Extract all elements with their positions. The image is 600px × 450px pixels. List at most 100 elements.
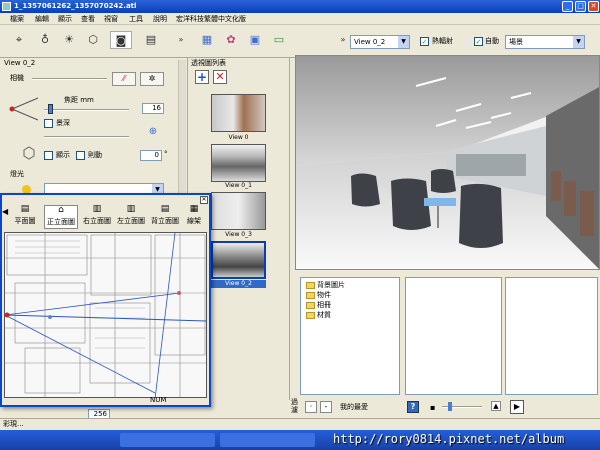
image-small-icon: ▪ bbox=[430, 403, 436, 412]
taskbar-item[interactable] bbox=[120, 433, 215, 447]
camera-icon[interactable]: ◙ bbox=[110, 31, 132, 49]
focal-length-input[interactable]: 16 bbox=[142, 103, 164, 114]
link-checkbox[interactable] bbox=[76, 151, 85, 160]
library-content-pane[interactable] bbox=[405, 277, 502, 395]
menu-edit[interactable]: 編輯 bbox=[35, 14, 49, 24]
tab-back-elevation[interactable]: ▤ 背立面圖 bbox=[148, 205, 182, 229]
rendered-scene-image bbox=[296, 56, 599, 269]
menu-bar: 檔案 編輯 顯示 查看 視窗 工具 說明 宏洋科技繁體中文化版 bbox=[0, 13, 600, 25]
show-label: 顯示 bbox=[56, 151, 70, 159]
tab-left-elevation[interactable]: ▥ 左立面圖 bbox=[114, 205, 148, 229]
scene-select[interactable]: 場景 ▼ bbox=[505, 35, 585, 49]
play-button[interactable]: ▶ bbox=[510, 400, 524, 414]
close-icon[interactable]: ✕ bbox=[200, 196, 208, 204]
image-large-icon: ▲ bbox=[491, 401, 501, 411]
app-icon bbox=[2, 2, 11, 11]
status-text: 彩現... bbox=[3, 420, 24, 428]
compass-icon[interactable]: ⌖ bbox=[10, 31, 28, 49]
show-checkbox[interactable] bbox=[44, 151, 53, 160]
link-label: 則動 bbox=[88, 151, 102, 159]
window-title: 1_1357061262_1357070242.atl bbox=[14, 2, 137, 10]
render-icon[interactable]: ▦ bbox=[198, 31, 216, 49]
render-viewport[interactable] bbox=[295, 55, 600, 270]
taskbar-item[interactable] bbox=[220, 433, 315, 447]
menu-localization[interactable]: 宏洋科技繁體中文化版 bbox=[176, 14, 246, 24]
heat-radiation-checkbox[interactable]: ✓ bbox=[420, 37, 429, 46]
view-thumbnail-label: View 0 bbox=[228, 134, 249, 141]
tree-item-materials[interactable]: 材質 bbox=[306, 311, 331, 320]
view-select-value: View 0_2 bbox=[354, 38, 386, 46]
tree-item-albums[interactable]: 相冊 bbox=[306, 301, 331, 310]
auto-checkbox[interactable]: ✓ bbox=[474, 37, 483, 46]
focal-length-label: 焦距 mm bbox=[64, 96, 94, 104]
tab-wireframe[interactable]: ▦ 線架 bbox=[182, 205, 206, 229]
camera-line-button[interactable]: ⁄⁄ bbox=[112, 72, 136, 86]
view-thumbnail[interactable] bbox=[211, 94, 266, 132]
focal-length-slider[interactable] bbox=[44, 109, 129, 111]
minus-button[interactable]: - bbox=[320, 401, 332, 413]
minimize-button[interactable]: _ bbox=[562, 1, 573, 12]
chevron-down-icon: ▼ bbox=[398, 36, 409, 48]
settings-button[interactable]: ✲ bbox=[140, 72, 164, 86]
filter-label: 過濾 bbox=[291, 398, 298, 414]
num-lock-indicator: NUM bbox=[150, 396, 167, 404]
view-thumbnail[interactable] bbox=[211, 192, 266, 230]
tree-item-background[interactable]: 背景圖片 bbox=[306, 281, 345, 290]
elevation-drawing[interactable] bbox=[4, 232, 207, 398]
view-thumbnail-selected[interactable] bbox=[211, 241, 266, 279]
tab-plan[interactable]: ▤ 平面圖 bbox=[8, 205, 42, 229]
wireframe-drawing bbox=[5, 233, 206, 397]
tab-right-elevation[interactable]: ▥ 右立面圖 bbox=[80, 205, 114, 229]
depth-checkbox[interactable] bbox=[44, 119, 53, 128]
cube-icon[interactable]: ⬡ bbox=[84, 31, 102, 49]
help-icon[interactable]: ? bbox=[407, 401, 419, 413]
menu-tools[interactable]: 工具 bbox=[129, 14, 143, 24]
menu-display[interactable]: 顯示 bbox=[58, 14, 72, 24]
view-thumbnail-label: View 0_1 bbox=[225, 182, 252, 189]
chevron-down-icon: ▼ bbox=[573, 36, 584, 48]
toolbar-overflow-icon[interactable]: » bbox=[172, 31, 190, 49]
close-button[interactable]: ✕ bbox=[588, 1, 599, 12]
tree-item-objects[interactable]: 物件 bbox=[306, 291, 331, 300]
angle-input[interactable]: 0 bbox=[140, 150, 162, 161]
favorites-label: 我的最愛 bbox=[340, 403, 368, 411]
maximize-button[interactable]: □ bbox=[575, 1, 586, 12]
delete-view-button[interactable]: ✕ bbox=[213, 70, 227, 84]
auto-label: 自動 bbox=[485, 37, 499, 45]
tab-front-elevation[interactable]: ⌂ 正立面圖 bbox=[44, 205, 78, 229]
view-thumbnail[interactable] bbox=[211, 144, 266, 182]
folder-icon bbox=[306, 301, 315, 309]
menu-file[interactable]: 檔案 bbox=[10, 14, 24, 24]
toolbar: ⌖ ♁ ☀ ⬡ ◙ ▤ » ▦ ✿ ▣ ▭ » View 0_2 ▼ ✓ 熱輻射… bbox=[0, 25, 600, 58]
image-icon[interactable]: ▣ bbox=[246, 31, 264, 49]
panel-divider bbox=[32, 78, 107, 80]
focal-slider-thumb[interactable] bbox=[48, 104, 53, 114]
view-select[interactable]: View 0_2 ▼ bbox=[350, 35, 410, 49]
dot-button[interactable]: · bbox=[305, 401, 317, 413]
scene-select-value: 場景 bbox=[509, 38, 523, 46]
palette-icon[interactable]: ✿ bbox=[222, 31, 240, 49]
status-bar: 彩現... bbox=[0, 418, 600, 430]
menu-view[interactable]: 查看 bbox=[81, 14, 95, 24]
fov-icon bbox=[9, 97, 39, 121]
library-preview-pane[interactable] bbox=[505, 277, 598, 395]
title-bar: 1_1357061262_1357070242.atl _ □ ✕ bbox=[0, 0, 600, 13]
landscape-icon[interactable]: ▭ bbox=[270, 31, 288, 49]
add-view-button[interactable]: + bbox=[195, 70, 209, 84]
target-icon[interactable]: ⊕ bbox=[144, 126, 162, 140]
sun-icon[interactable]: ☀ bbox=[60, 31, 78, 49]
heat-radiation-label: 熱輻射 bbox=[432, 37, 453, 45]
perspective-list-title: 透視圖列表 bbox=[191, 59, 226, 67]
light-bulb-icon[interactable]: ♁ bbox=[36, 31, 54, 49]
depth-label: 景深 bbox=[56, 119, 70, 127]
document-icon[interactable]: ▤ bbox=[142, 31, 160, 49]
elevation-window-header: ✕ bbox=[2, 195, 209, 204]
depth-slider[interactable] bbox=[44, 136, 129, 138]
menu-window[interactable]: 視窗 bbox=[104, 14, 118, 24]
library-tree: 背景圖片 物件 相冊 材質 bbox=[300, 277, 400, 395]
elevation-view-window[interactable]: ✕ ◀ ▤ 平面圖 ⌂ 正立面圖 ▥ 右立面圖 ▥ 左立面圖 ▤ 背立面圖 ▦ 線架 bbox=[0, 193, 211, 407]
slider-thumb[interactable] bbox=[448, 402, 452, 411]
menu-help[interactable]: 說明 bbox=[153, 14, 167, 24]
folder-icon bbox=[306, 281, 315, 289]
view-thumbnail-label: View 0_2 bbox=[211, 280, 266, 288]
